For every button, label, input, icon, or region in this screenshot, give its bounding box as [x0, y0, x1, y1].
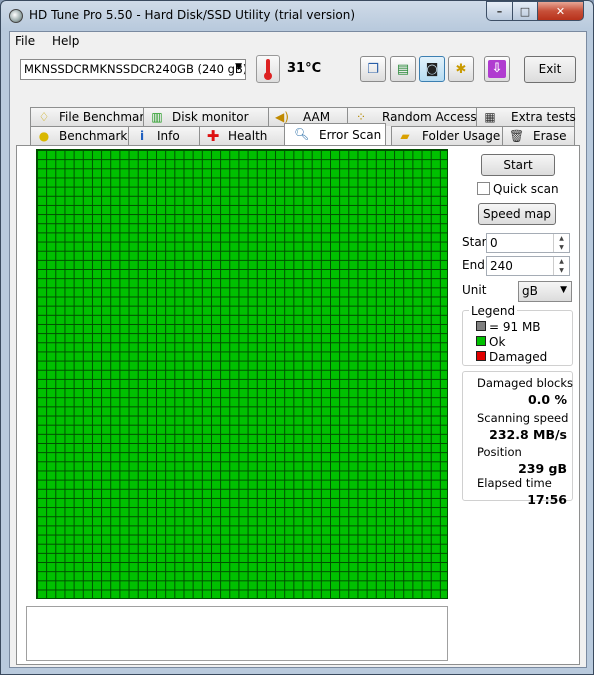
- save-button[interactable]: ⇩: [484, 56, 510, 82]
- position-label: Position: [477, 445, 522, 459]
- spin-arrows-icon[interactable]: ▲ ▼: [553, 257, 569, 275]
- damaged-blocks-label: Damaged blocks: [477, 376, 573, 390]
- menu-help[interactable]: Help: [52, 34, 79, 48]
- legend-block-text: = 91 MB: [489, 320, 541, 334]
- end-spinbox[interactable]: 240 ▲ ▼: [486, 256, 570, 276]
- drive-select[interactable]: MKNSSDCRMKNSSDCR240GB (240 gB) ▼: [20, 59, 246, 80]
- tab-erase[interactable]: 🗑︎ Erase: [502, 126, 575, 145]
- tab-disk-monitor[interactable]: ▥ Disk monitor: [143, 107, 269, 126]
- info-icon: i: [139, 129, 145, 143]
- client-area: File Help MKNSSDCRMKNSSDCR240GB (240 gB)…: [9, 31, 587, 668]
- legend-swatch-ok: [476, 336, 486, 346]
- start-value: 0: [490, 236, 498, 250]
- start-button[interactable]: Start: [481, 154, 555, 176]
- legend-title: Legend: [469, 304, 518, 318]
- tab-strip: ♢ File Benchmark ▥ Disk monitor ◀) AAM ⁘…: [10, 107, 586, 147]
- bar-chart-icon: ▥: [151, 110, 163, 124]
- window-title: HD Tune Pro 5.50 - Hard Disk/SSD Utility…: [29, 8, 356, 22]
- tab-error-scan[interactable]: 🔍︎ Error Scan: [284, 123, 386, 145]
- random-dots-icon: ⁘: [355, 110, 367, 124]
- tab-label: Info: [157, 129, 180, 143]
- legend-ok: Ok: [476, 335, 505, 349]
- quick-scan-checkbox[interactable]: Quick scan: [477, 182, 559, 196]
- block-map-grid: [36, 149, 448, 599]
- screenshot-button[interactable]: ◙: [419, 56, 445, 82]
- chevron-down-icon: ▼: [235, 62, 242, 72]
- tab-label: Random Access: [382, 110, 477, 124]
- drive-select-value: MKNSSDCRMKNSSDCR240GB (240 gB): [24, 62, 246, 76]
- legend-swatch-block: [476, 321, 486, 331]
- copy-icon: ❐: [367, 61, 379, 77]
- quick-scan-label: Quick scan: [493, 182, 559, 196]
- elapsed-time-label: Elapsed time: [477, 476, 552, 490]
- tab-file-benchmark[interactable]: ♢ File Benchmark: [30, 107, 151, 126]
- spin-arrows-icon[interactable]: ▲ ▼: [553, 234, 569, 252]
- tab-benchmark[interactable]: ● Benchmark: [30, 126, 129, 145]
- temperature-value: 31°C: [287, 61, 322, 76]
- close-button[interactable]: ✕: [537, 1, 584, 21]
- damaged-blocks-value: 0.0 %: [527, 392, 567, 407]
- scanning-speed-value: 232.8 MB/s: [489, 427, 567, 442]
- tab-folder-usage[interactable]: ▰ Folder Usage: [391, 126, 503, 145]
- tab-info[interactable]: i Info: [128, 126, 200, 145]
- unit-select[interactable]: gB ▼: [518, 281, 572, 302]
- maximize-button[interactable]: □: [512, 1, 538, 21]
- legend-damaged-text: Damaged: [489, 350, 548, 364]
- unit-value: gB: [522, 284, 538, 298]
- toolbar: MKNSSDCRMKNSSDCR240GB (240 gB) ▼ 31°C ❐ …: [10, 51, 586, 107]
- options-button[interactable]: ✱: [448, 56, 474, 82]
- tab-label: Disk monitor: [172, 110, 249, 124]
- unit-label: Unit: [462, 283, 487, 297]
- legend-swatch-damaged: [476, 351, 486, 361]
- position-value: 239 gB: [518, 461, 567, 476]
- tab-label: Benchmark: [59, 129, 128, 143]
- error-scan-panel: Start Quick scan Speed map Start 0 ▲ ▼ En…: [16, 145, 580, 665]
- download-arrow-icon: ⇩: [488, 60, 506, 78]
- copy-screenshot-button[interactable]: ▤: [390, 56, 416, 82]
- checkbox-box: [477, 182, 490, 195]
- magnifier-icon: 🔍︎: [294, 127, 310, 141]
- wrench-icon: ✱: [455, 61, 467, 77]
- elapsed-time-value: 17:56: [527, 492, 567, 507]
- title-bar[interactable]: HD Tune Pro 5.50 - Hard Disk/SSD Utility…: [1, 1, 593, 31]
- speed-map-button[interactable]: Speed map: [478, 203, 556, 225]
- red-cross-icon: ✚: [206, 127, 220, 145]
- end-value: 240: [490, 259, 513, 273]
- tab-health[interactable]: ✚ Health: [199, 126, 285, 145]
- trash-icon: 🗑︎: [509, 129, 525, 143]
- legend-ok-text: Ok: [489, 335, 506, 349]
- clipboard-icon: ▤: [396, 61, 410, 77]
- tab-extra-tests[interactable]: ▦ Extra tests: [476, 107, 576, 126]
- menu-file[interactable]: File: [15, 34, 35, 48]
- tab-label: Health: [228, 129, 268, 143]
- tab-label: File Benchmark: [59, 110, 152, 124]
- speaker-icon: ◀): [275, 110, 289, 124]
- camera-icon: ◙: [425, 61, 439, 77]
- log-box: [26, 606, 448, 661]
- app-window: HD Tune Pro 5.50 - Hard Disk/SSD Utility…: [0, 0, 594, 675]
- exit-button[interactable]: Exit: [524, 56, 576, 83]
- lightbulb-icon: ●: [38, 129, 50, 143]
- folder-icon: ▰: [400, 129, 410, 143]
- tab-label: Folder Usage: [422, 129, 501, 143]
- end-label: End: [462, 258, 485, 272]
- copy-info-button[interactable]: ❐: [360, 56, 386, 82]
- menu-bar: File Help: [10, 32, 586, 51]
- checklist-icon: ▦: [484, 110, 496, 124]
- tab-label: Extra tests: [511, 110, 576, 124]
- legend-damaged: Damaged: [476, 350, 547, 364]
- legend-block: = 91 MB: [476, 320, 541, 334]
- app-icon: [9, 9, 23, 23]
- tab-label: Erase: [533, 129, 567, 143]
- tab-label: Error Scan: [319, 128, 382, 142]
- minimize-button[interactable]: –: [486, 1, 513, 21]
- chevron-down-icon: ▼: [560, 285, 567, 295]
- file-benchmark-icon: ♢: [38, 110, 50, 124]
- start-spinbox[interactable]: 0 ▲ ▼: [486, 233, 570, 253]
- scanning-speed-label: Scanning speed: [477, 411, 569, 425]
- thermometer-icon: [256, 55, 280, 83]
